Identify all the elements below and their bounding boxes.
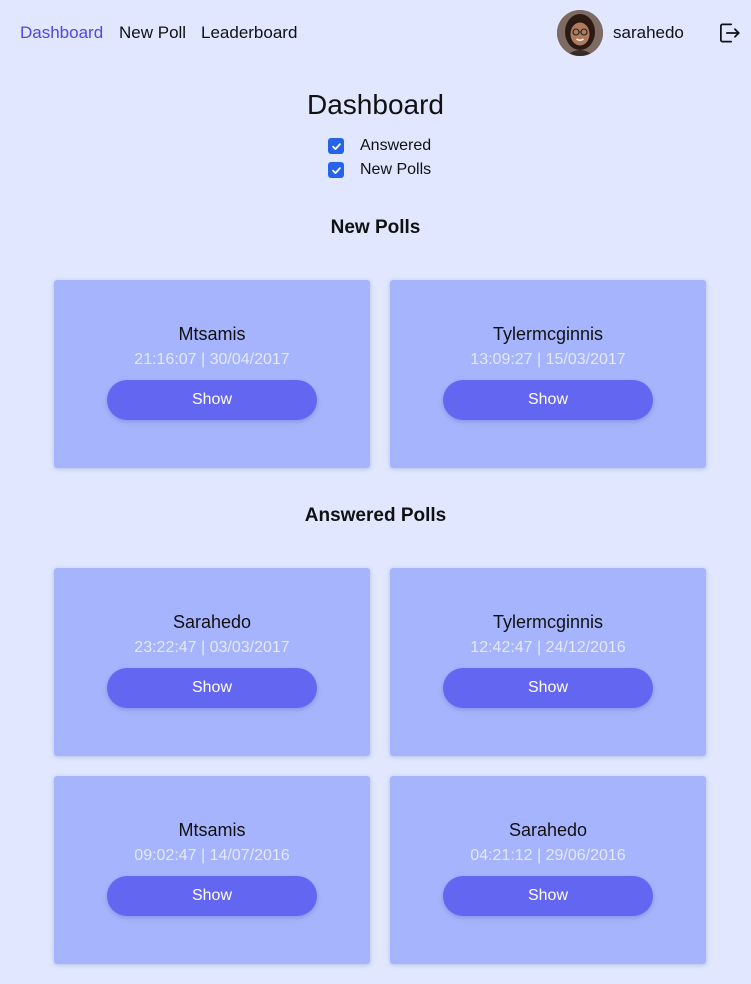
poll-timestamp: 09:02:47 | 14/07/2016 — [134, 847, 290, 864]
show-poll-button[interactable]: Show — [443, 668, 653, 708]
show-poll-button[interactable]: Show — [107, 876, 317, 916]
poll-author: Tylermcginnis — [492, 612, 604, 632]
filter-new-polls[interactable]: New Polls — [328, 160, 431, 180]
show-poll-button[interactable]: Show — [443, 876, 653, 916]
answered-checkbox[interactable] — [328, 138, 344, 154]
poll-card: Sarahedo 23:22:47 | 03/03/2017 Show — [54, 568, 370, 756]
nav-link-dashboard[interactable]: Dashboard — [20, 22, 103, 44]
top-navbar: Dashboard New Poll Leaderboard sarahedo — [0, 0, 751, 66]
poll-author: Tylermcginnis — [492, 324, 604, 344]
new-polls-checkbox[interactable] — [328, 162, 344, 178]
poll-author: Sarahedo — [508, 820, 588, 840]
poll-card: Sarahedo 04:21:12 | 29/06/2016 Show — [390, 776, 706, 964]
poll-card: Tylermcginnis 13:09:27 | 15/03/2017 Show — [390, 280, 706, 468]
poll-card: Tylermcginnis 12:42:47 | 24/12/2016 Show — [390, 568, 706, 756]
poll-author: Mtsamis — [178, 324, 246, 344]
new-polls-heading: New Polls — [330, 217, 421, 238]
poll-card: Mtsamis 09:02:47 | 14/07/2016 Show — [54, 776, 370, 964]
poll-author: Mtsamis — [178, 820, 246, 840]
checkmark-icon — [331, 166, 341, 174]
poll-author: Sarahedo — [172, 612, 252, 632]
poll-timestamp: 21:16:07 | 30/04/2017 — [134, 351, 290, 368]
checkmark-icon — [331, 142, 341, 150]
page-title: Dashboard — [307, 89, 444, 120]
poll-timestamp: 23:22:47 | 03/03/2017 — [134, 639, 290, 656]
logout-icon[interactable] — [716, 20, 742, 46]
show-poll-button[interactable]: Show — [443, 380, 653, 420]
poll-timestamp: 12:42:47 | 24/12/2016 — [470, 639, 626, 656]
username-label: sarahedo — [613, 23, 684, 42]
poll-timestamp: 04:21:12 | 29/06/2016 — [470, 847, 626, 864]
new-polls-filter-label: New Polls — [360, 161, 432, 178]
show-poll-button[interactable]: Show — [107, 380, 317, 420]
nav-link-new-poll[interactable]: New Poll — [119, 22, 186, 44]
user-avatar — [557, 10, 603, 56]
answered-polls-heading: Answered Polls — [304, 505, 447, 526]
answered-filter-label: Answered — [360, 137, 432, 154]
poll-timestamp: 13:09:27 | 15/03/2017 — [470, 351, 626, 368]
filter-answered[interactable]: Answered — [328, 136, 431, 156]
show-poll-button[interactable]: Show — [107, 668, 317, 708]
nav-link-leaderboard[interactable]: Leaderboard — [201, 22, 297, 44]
avatar-portrait-image — [557, 10, 603, 56]
poll-card: Mtsamis 21:16:07 | 30/04/2017 Show — [54, 280, 370, 468]
